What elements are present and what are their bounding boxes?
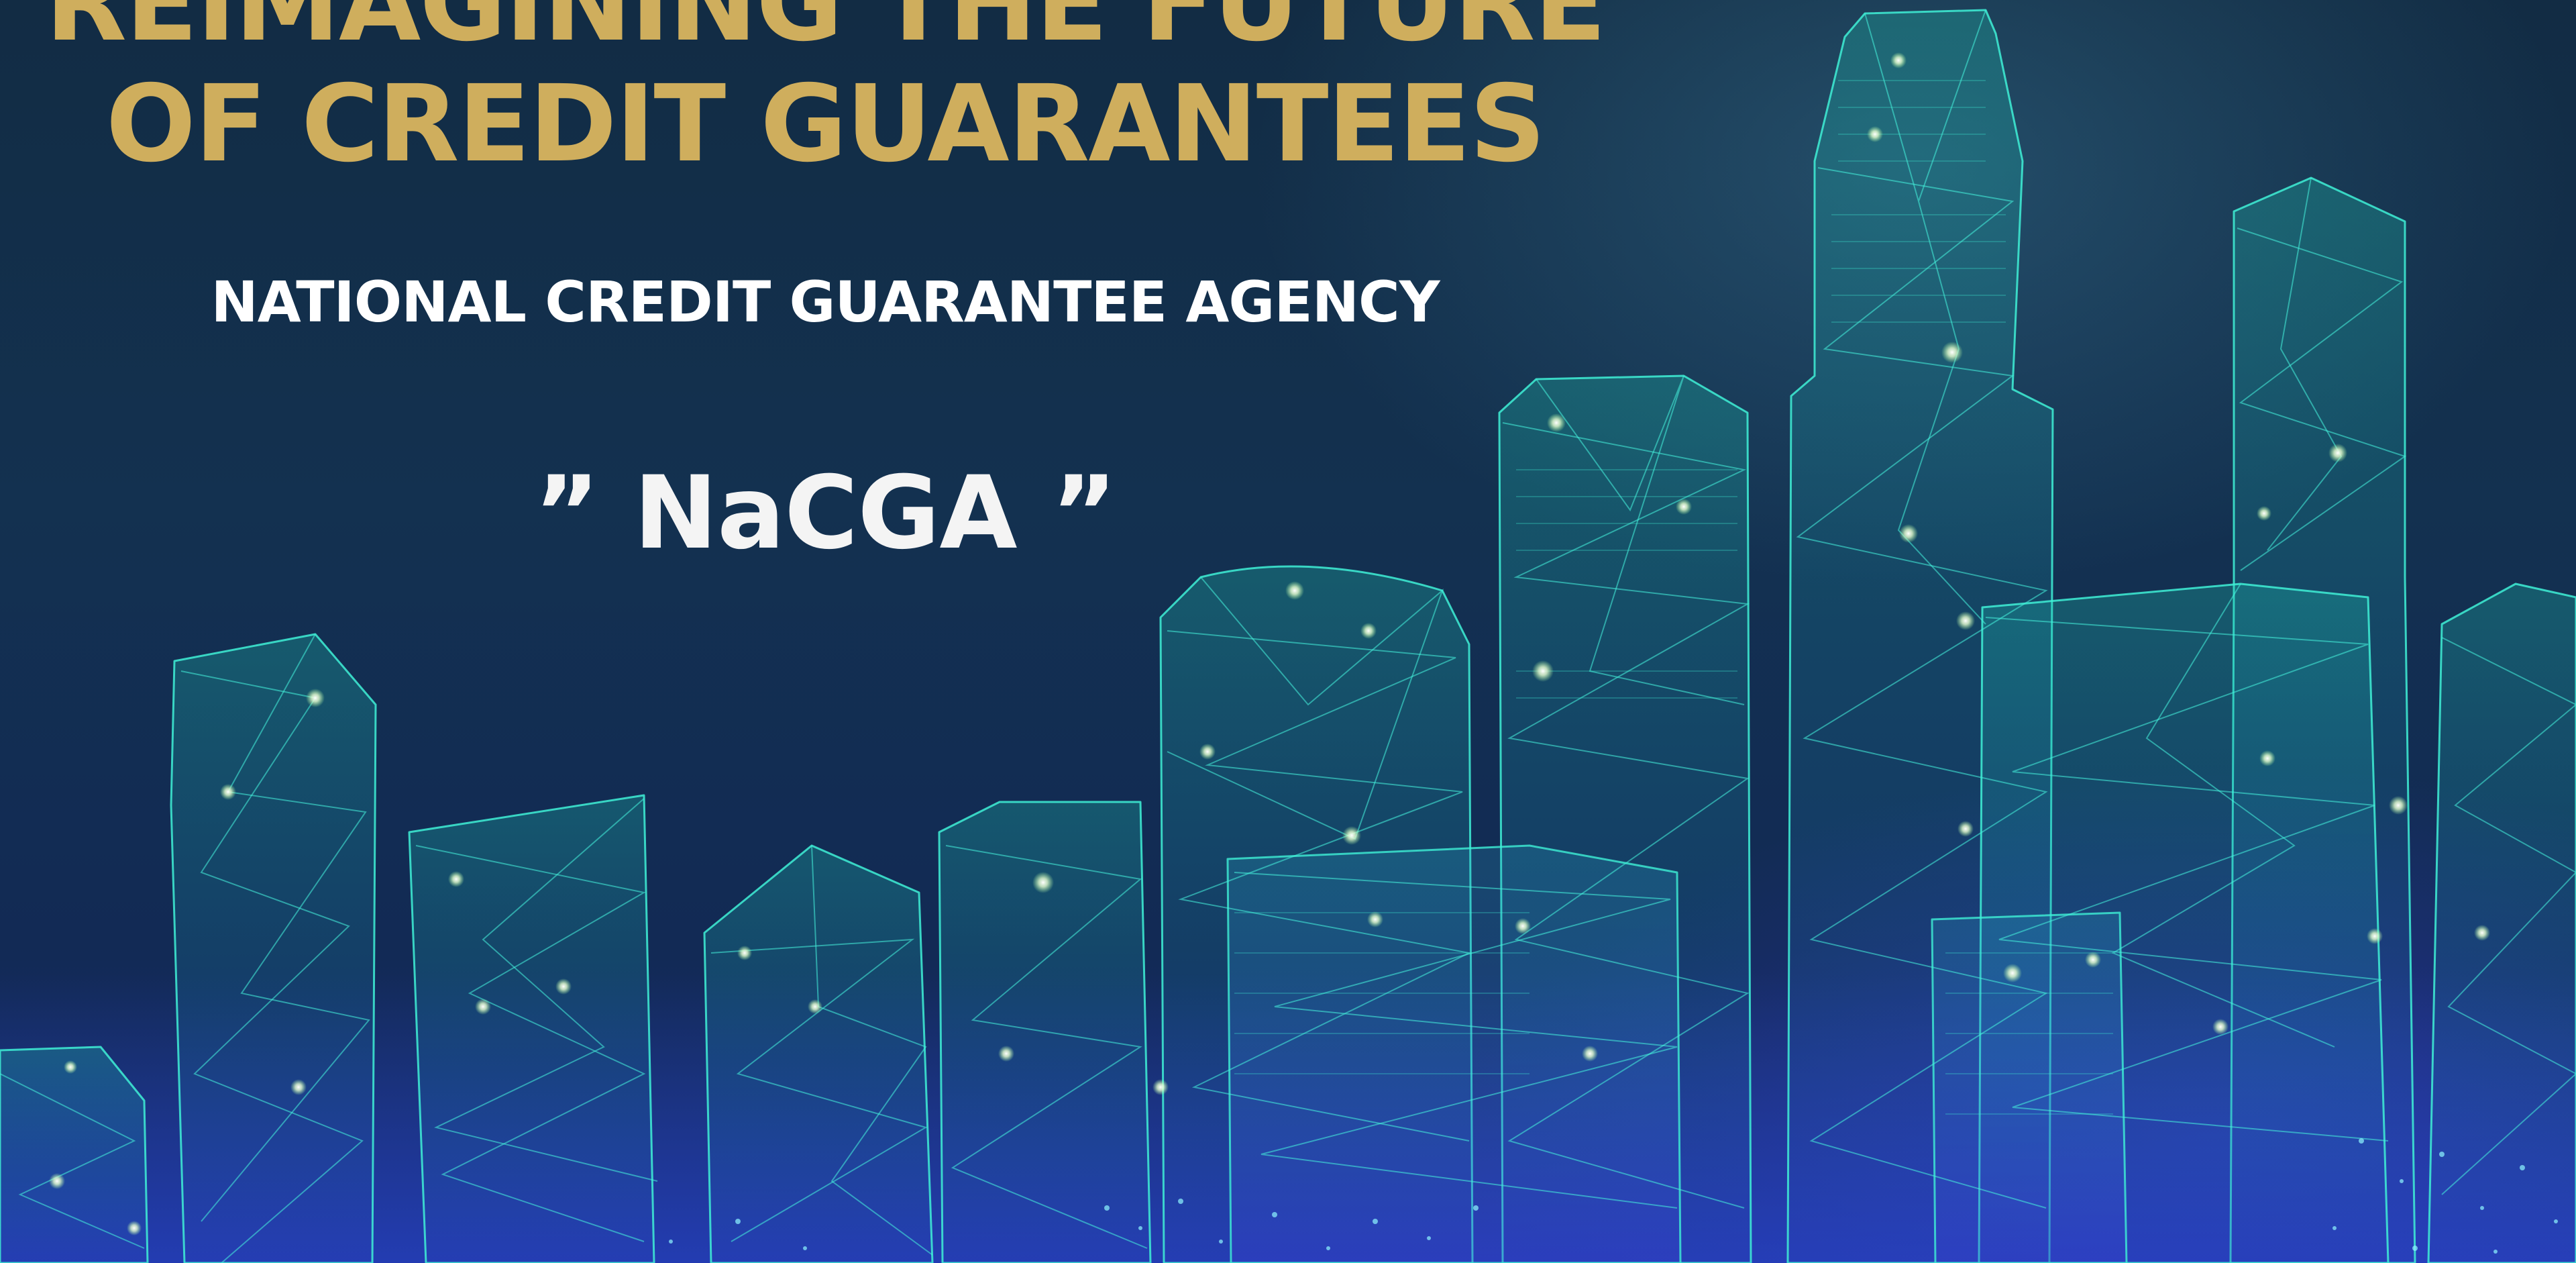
agency-acronym: ” NaCGA ” — [533, 455, 1118, 572]
headline-line-1: REIMAGINING THE FUTURE — [45, 0, 1606, 65]
headline-line-2: OF CREDIT GUARANTEES — [105, 62, 1546, 186]
agency-name: NATIONAL CREDIT GUARANTEE AGENCY — [211, 269, 1440, 335]
wireframe-city-skyline-illustration — [0, 9, 2576, 1263]
hero-banner: REIMAGINING THE FUTURE OF CREDIT GUARANT… — [0, 0, 2576, 1263]
